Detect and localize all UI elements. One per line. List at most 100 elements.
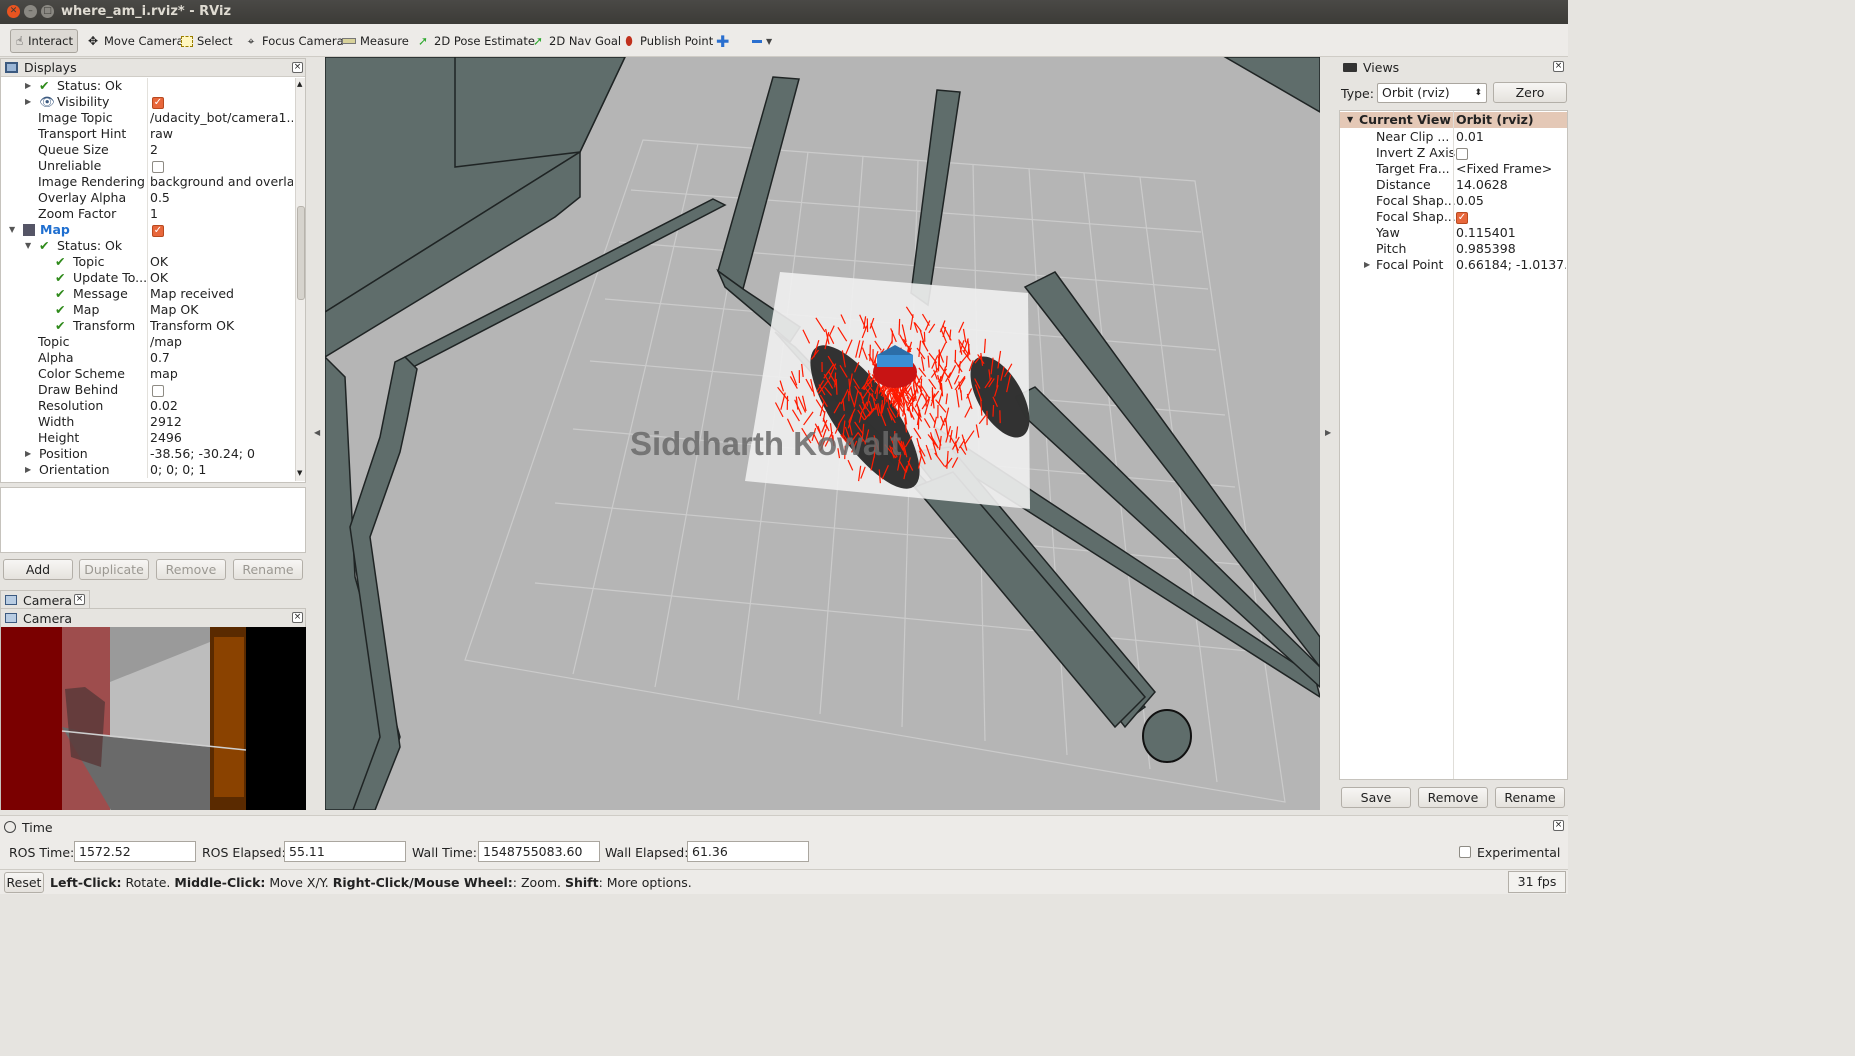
view-property-checkbox[interactable] — [1456, 147, 1468, 160]
view-property-value[interactable]: 14.0628 — [1456, 177, 1566, 193]
display-property-row[interactable]: Overlay Alpha 0.5 — [1, 190, 295, 206]
display-property-row[interactable]: ▼ Map ✓ — [1, 222, 295, 238]
display-property-row[interactable]: Zoom Factor 1 — [1, 206, 295, 222]
display-property-row[interactable]: ✔ Transform Transform OK — [1, 318, 295, 334]
display-property-row[interactable]: ✔ Map Map OK — [1, 302, 295, 318]
add-display-button[interactable]: Add — [3, 559, 73, 580]
expand-arrow-icon[interactable]: ▶ — [25, 78, 31, 94]
wall-elapsed-field[interactable]: 61.36 — [687, 841, 809, 862]
view-property-value[interactable]: <Fixed Frame> — [1456, 161, 1566, 177]
display-property-row[interactable]: Alpha 0.7 — [1, 350, 295, 366]
property-value[interactable]: Transform OK — [150, 318, 293, 334]
property-value[interactable]: 2496 — [150, 430, 293, 446]
property-value[interactable] — [152, 382, 295, 398]
right-splitter-arrow-icon[interactable]: ▶ — [1325, 428, 1331, 437]
property-value[interactable]: ✓ — [152, 94, 295, 110]
property-checkbox[interactable] — [152, 384, 164, 397]
property-value[interactable] — [152, 158, 295, 174]
reset-button[interactable]: Reset — [4, 872, 44, 893]
property-checkbox[interactable]: ✓ — [152, 96, 164, 109]
property-value[interactable]: 2 — [150, 142, 293, 158]
rename-display-button[interactable]: Rename — [233, 559, 303, 580]
views-tree[interactable]: ▼ Current View Orbit (rviz) Near Clip ..… — [1339, 110, 1568, 780]
property-checkbox[interactable] — [152, 160, 164, 173]
zero-view-button[interactable]: Zero — [1493, 82, 1567, 103]
display-property-row[interactable]: Queue Size 2 — [1, 142, 295, 158]
remove-display-button[interactable]: Remove — [156, 559, 226, 580]
select-tool-button[interactable]: Select — [177, 29, 236, 53]
display-property-row[interactable]: Transport Hint raw — [1, 126, 295, 142]
duplicate-display-button[interactable]: Duplicate — [79, 559, 149, 580]
camera-tab[interactable]: Camera × — [0, 590, 90, 608]
property-value[interactable]: 0; 0; 0; 1 — [150, 462, 293, 478]
property-value[interactable]: 0.02 — [150, 398, 293, 414]
close-window-icon[interactable]: ✕ — [7, 5, 20, 18]
publish-point-tool-button[interactable]: ⬮ Publish Point — [618, 29, 717, 53]
display-property-row[interactable]: Color Scheme map — [1, 366, 295, 382]
left-splitter-arrow-icon[interactable]: ◀ — [314, 428, 320, 437]
property-value[interactable]: 1 — [150, 206, 293, 222]
property-value[interactable]: /udacity_bot/camera1... — [150, 110, 293, 126]
expand-arrow-icon[interactable]: ▶ — [25, 94, 31, 110]
add-tool-icon[interactable]: ✚ — [712, 29, 733, 53]
displays-scroll-thumb[interactable] — [297, 206, 305, 300]
expand-arrow-icon[interactable]: ▶ — [25, 462, 31, 478]
2d-pose-estimate-tool-button[interactable]: ➚ 2D Pose Estimate — [412, 29, 539, 53]
property-value[interactable]: OK — [150, 254, 293, 270]
display-property-row[interactable]: ▶ Position -38.56; -30.24; 0 — [1, 446, 295, 462]
maximize-window-icon[interactable]: □ — [41, 5, 54, 18]
3d-render-viewport[interactable]: Siddharth Kowalt — [325, 57, 1320, 810]
view-property-checkbox[interactable]: ✓ — [1456, 211, 1468, 224]
property-value[interactable]: 2912 — [150, 414, 293, 430]
close-camera-tab-icon[interactable]: × — [74, 594, 85, 605]
display-property-row[interactable]: ▶ 👁 Visibility ✓ — [1, 94, 295, 110]
view-property-value[interactable]: 0.115401 — [1456, 225, 1566, 241]
display-property-row[interactable]: Unreliable — [1, 158, 295, 174]
display-property-row[interactable]: ✔ Message Map received — [1, 286, 295, 302]
focus-camera-tool-button[interactable]: ⌖ Focus Camera — [240, 29, 348, 53]
display-property-row[interactable]: Image Topic/udacity_bot/camera1... — [1, 110, 295, 126]
wall-time-field[interactable]: 1548755083.60 — [478, 841, 600, 862]
minimize-window-icon[interactable]: – — [24, 5, 37, 18]
property-value[interactable]: raw — [150, 126, 293, 142]
experimental-checkbox[interactable] — [1459, 846, 1471, 858]
property-value[interactable]: 0.5 — [150, 190, 293, 206]
close-time-icon[interactable]: × — [1553, 820, 1564, 831]
scroll-up-icon[interactable]: ▲ — [297, 80, 302, 88]
interact-tool-button[interactable]: ☝ Interact — [10, 29, 78, 53]
display-property-row[interactable]: Width 2912 — [1, 414, 295, 430]
display-property-row[interactable]: Image Rendering background and overlay — [1, 174, 295, 190]
measure-tool-button[interactable]: Measure — [338, 29, 413, 53]
display-property-row[interactable]: Draw Behind — [1, 382, 295, 398]
display-property-row[interactable]: Height 2496 — [1, 430, 295, 446]
remove-tool-dropdown-icon[interactable]: ▼ — [748, 29, 776, 53]
ros-time-field[interactable]: 1572.52 — [74, 841, 196, 862]
property-checkbox[interactable]: ✓ — [152, 224, 164, 237]
view-property-value[interactable] — [1456, 145, 1566, 161]
collapse-arrow-icon[interactable]: ▼ — [25, 238, 31, 254]
close-displays-icon[interactable]: × — [292, 62, 303, 73]
view-type-select[interactable]: Orbit (rviz) ⬍ — [1377, 83, 1487, 103]
close-views-icon[interactable]: × — [1553, 61, 1564, 72]
property-value[interactable]: /map — [150, 334, 293, 350]
2d-nav-goal-tool-button[interactable]: ➚ 2D Nav Goal — [527, 29, 625, 53]
display-property-row[interactable]: Topic/map — [1, 334, 295, 350]
property-value[interactable]: ✓ — [152, 222, 295, 238]
view-property-value[interactable]: ✓ — [1456, 209, 1566, 225]
property-value[interactable]: map — [150, 366, 293, 382]
move-camera-tool-button[interactable]: ✥ Move Camera — [82, 29, 188, 53]
property-value[interactable]: Map OK — [150, 302, 293, 318]
property-value[interactable]: OK — [150, 270, 293, 286]
display-property-row[interactable]: ▶ Orientation 0; 0; 0; 1 — [1, 462, 295, 478]
view-property-value[interactable]: 0.01 — [1456, 129, 1566, 145]
display-property-row[interactable]: Resolution 0.02 — [1, 398, 295, 414]
expand-arrow-icon[interactable]: ▶ — [25, 446, 31, 462]
ros-elapsed-field[interactable]: 55.11 — [284, 841, 406, 862]
view-property-value[interactable]: 0.66184; -1.0137... — [1456, 257, 1566, 273]
display-property-row[interactable]: ✔ Topic OK — [1, 254, 295, 270]
displays-scrollbar[interactable]: ▲ ▼ — [295, 78, 305, 481]
property-value[interactable]: background and overlay — [150, 174, 293, 190]
display-property-row[interactable]: ✔ Update To... OK — [1, 270, 295, 286]
displays-tree[interactable]: ▶ ✔ Status: Ok ▶ 👁 Visibility ✓ Image Topic/uda… — [1, 78, 295, 481]
save-view-button[interactable]: Save — [1341, 787, 1411, 808]
